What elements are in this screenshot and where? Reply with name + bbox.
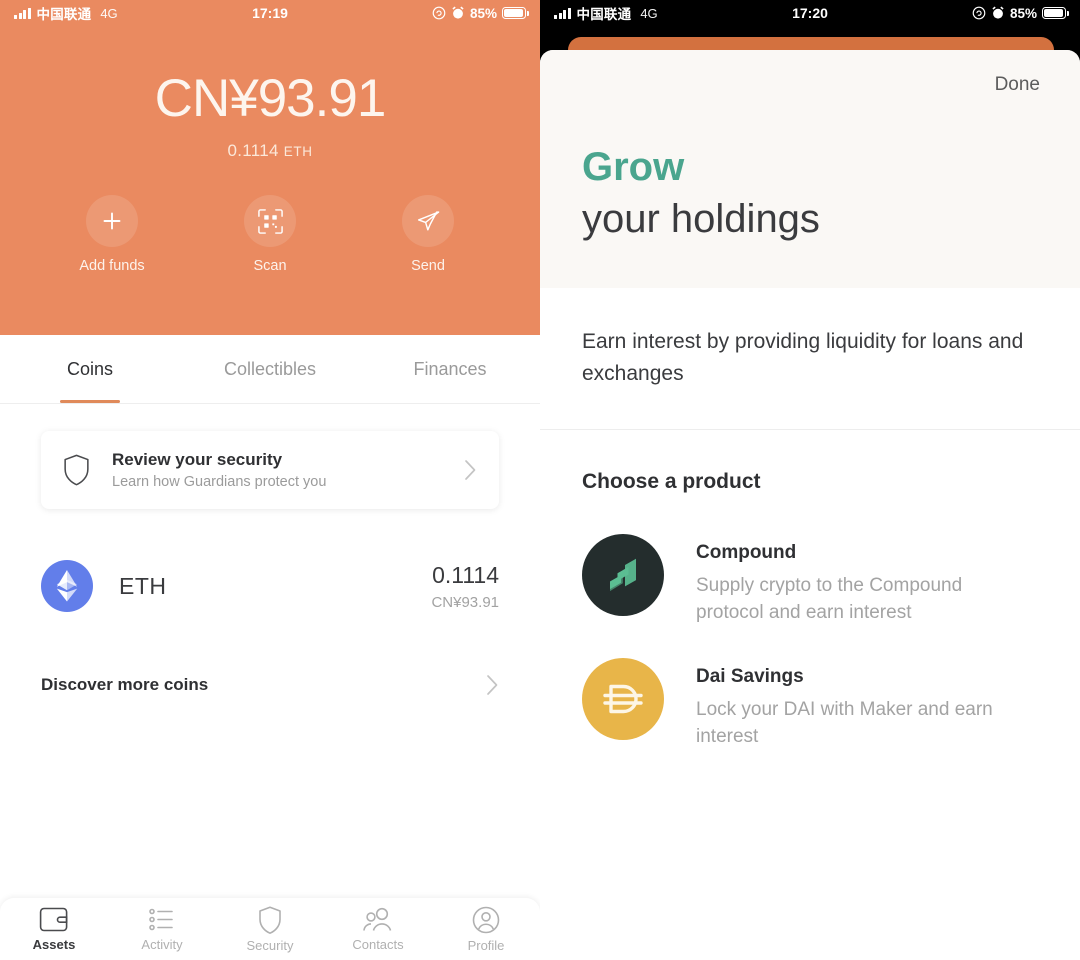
battery-percent-label: 85% <box>1009 5 1037 21</box>
security-card-title: Review your security <box>112 450 283 469</box>
shield-icon <box>259 906 281 934</box>
tab-coins[interactable]: Coins <box>0 335 180 403</box>
scan-circle <box>244 195 296 247</box>
nav-item-contacts[interactable]: Contacts <box>324 906 432 952</box>
send-button[interactable]: Send <box>390 195 466 274</box>
product-list: Compound Supply crypto to the Compound p… <box>540 504 1080 770</box>
hero-title: your holdings <box>582 197 820 241</box>
status-bar-right: 中国联通 4G 17:20 85% <box>540 0 1080 26</box>
scan-button[interactable]: Scan <box>232 195 308 274</box>
send-circle <box>402 195 454 247</box>
qr-scan-icon <box>257 208 283 234</box>
nav-item-security[interactable]: Security <box>216 906 324 953</box>
tab-collectibles[interactable]: Collectibles <box>180 335 360 403</box>
plus-icon <box>103 212 121 230</box>
security-review-card[interactable]: Review your security Learn how Guardians… <box>41 431 499 509</box>
discover-label: Discover more coins <box>41 675 209 694</box>
tab-finances[interactable]: Finances <box>360 335 540 403</box>
network-type-label: 4G <box>100 5 118 21</box>
alarm-clock-icon <box>992 6 1004 19</box>
rotation-lock-icon <box>972 6 986 20</box>
product-item-dai-savings[interactable]: Dai Savings Lock your DAI with Maker and… <box>540 646 1080 770</box>
wallet-icon <box>39 907 68 932</box>
paper-plane-icon <box>417 210 439 231</box>
asset-tabs: Coins Collectibles Finances <box>0 335 540 404</box>
discover-more-coins-row[interactable]: Discover more coins <box>41 668 499 702</box>
product-name: Compound <box>696 542 797 563</box>
carrier-label: 中国联通 <box>576 7 632 22</box>
status-bar-left: 中国联通 4G 17:19 85% <box>0 0 540 26</box>
add-funds-label: Add funds <box>79 258 145 274</box>
crypto-unit: ETH <box>283 144 313 159</box>
contacts-icon <box>363 907 392 931</box>
crypto-balance: 0.1114 ETH <box>0 141 540 161</box>
grow-modal-sheet: Done Grow your holdings Earn interest by… <box>540 50 1080 960</box>
balance-section: CN¥93.91 0.1114 ETH <box>0 72 540 161</box>
compound-logo-icon <box>582 534 664 616</box>
list-icon <box>149 908 173 931</box>
sheet-header: Done Grow your holdings <box>540 50 1080 288</box>
profile-icon <box>472 906 500 933</box>
nav-label-activity: Activity <box>141 937 183 952</box>
scan-label: Scan <box>253 258 287 274</box>
product-text-dai: Dai Savings Lock your DAI with Maker and… <box>696 658 1026 750</box>
fiat-balance: CN¥93.91 <box>154 69 387 128</box>
nav-label-assets: Assets <box>32 937 76 952</box>
quick-actions: Add funds Scan Send <box>0 195 540 274</box>
add-funds-circle <box>86 195 138 247</box>
hero-title-accent: Grow <box>582 145 685 189</box>
signal-bars-icon <box>554 7 571 19</box>
status-bar-left-group: 中国联通 4G <box>554 3 658 23</box>
battery-icon <box>502 7 529 19</box>
choose-product-heading: Choose a product <box>582 470 761 493</box>
dai-logo-icon <box>582 658 664 741</box>
bottom-navigation: Assets Activity Security Contacts Profil… <box>0 898 540 960</box>
status-bar-left-group: 中国联通 4G <box>14 3 118 23</box>
product-item-compound[interactable]: Compound Supply crypto to the Compound p… <box>540 522 1080 646</box>
coin-values: 0.1114 CN¥93.91 <box>431 562 499 611</box>
alarm-clock-icon <box>452 6 464 19</box>
wallet-header: 中国联通 4G 17:19 85% CN¥93.91 0.1114 ETH Ad… <box>0 0 540 335</box>
battery-icon <box>1042 7 1069 19</box>
nav-item-activity[interactable]: Activity <box>108 906 216 952</box>
product-text-compound: Compound Supply crypto to the Compound p… <box>696 534 1026 626</box>
hero-section: Grow your holdings <box>540 96 1080 288</box>
coin-row-eth[interactable]: ETH 0.1114 CN¥93.91 <box>41 560 499 612</box>
chevron-right-icon <box>487 675 498 695</box>
add-funds-button[interactable]: Add funds <box>74 195 150 274</box>
left-phone-screen: 中国联通 4G 17:19 85% CN¥93.91 0.1114 ETH Ad… <box>0 0 540 960</box>
status-bar-right-group: 85% <box>972 5 1069 21</box>
dual-screenshot-container: 中国联通 4G 17:19 85% CN¥93.91 0.1114 ETH Ad… <box>0 0 1080 960</box>
nav-item-assets[interactable]: Assets <box>0 906 108 952</box>
chevron-right-icon <box>465 460 476 480</box>
product-description: Lock your DAI with Maker and earn intere… <box>696 699 993 747</box>
status-bar-right-group: 85% <box>432 5 529 21</box>
ethereum-icon <box>41 560 93 612</box>
send-label: Send <box>411 258 445 274</box>
rotation-lock-icon <box>432 6 446 20</box>
crypto-amount: 0.1114 <box>227 141 279 160</box>
coin-symbol: ETH <box>119 572 167 599</box>
coin-fiat-value: CN¥93.91 <box>431 593 499 611</box>
right-phone-screen: 中国联通 4G 17:20 85% Done Grow your holding… <box>540 0 1080 960</box>
network-type-label: 4G <box>640 5 658 21</box>
security-card-text: Review your security Learn how Guardians… <box>112 450 464 490</box>
product-name: Dai Savings <box>696 666 804 688</box>
carrier-label: 中国联通 <box>36 7 92 22</box>
nav-label-contacts: Contacts <box>352 937 404 952</box>
coin-amount: 0.1114 <box>432 561 499 588</box>
signal-bars-icon <box>14 7 31 19</box>
security-card-subtitle: Learn how Guardians protect you <box>112 474 327 490</box>
shield-icon <box>64 454 89 486</box>
product-description: Supply crypto to the Compound protocol a… <box>696 575 963 623</box>
sheet-description: Earn interest by providing liquidity for… <box>540 288 1080 430</box>
battery-percent-label: 85% <box>469 5 497 21</box>
done-button[interactable]: Done <box>540 50 1080 96</box>
nav-label-security: Security <box>246 937 294 953</box>
nav-item-profile[interactable]: Profile <box>432 906 540 953</box>
nav-label-profile: Profile <box>467 937 505 953</box>
